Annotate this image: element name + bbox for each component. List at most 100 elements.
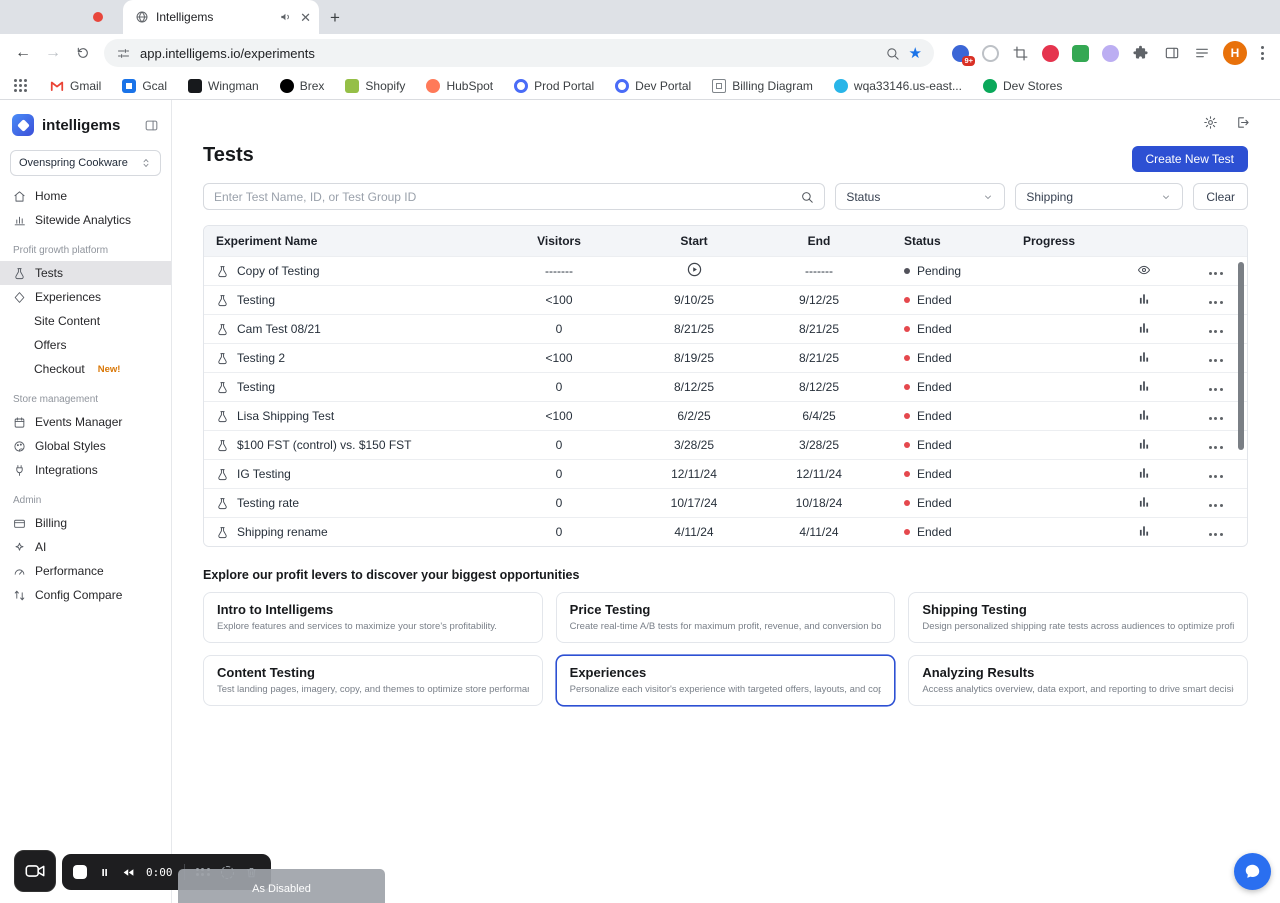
table-row[interactable]: Testing rate 0 10/17/24 10/18/24 Ended [204, 488, 1247, 517]
results-chart-icon[interactable] [1137, 379, 1151, 393]
row-menu-button[interactable] [1205, 529, 1227, 540]
card-experiences[interactable]: Experiences Personalize each visitor's ex… [555, 655, 896, 706]
table-scrollbar[interactable] [1238, 262, 1244, 450]
bookmark-gcal[interactable]: Gcal [122, 78, 167, 93]
extension-icon[interactable] [1072, 44, 1089, 62]
start-test-play-button[interactable] [686, 261, 703, 278]
sidebar-item-experiences[interactable]: Experiences [0, 285, 171, 309]
card-shipping-testing[interactable]: Shipping Testing Design personalized ship… [908, 592, 1248, 643]
new-tab-button[interactable]: + [330, 8, 340, 28]
site-settings-icon[interactable] [116, 46, 131, 61]
lens-search-icon[interactable] [885, 46, 900, 61]
row-menu-button[interactable] [1205, 326, 1227, 337]
sidebar-item-global-styles[interactable]: Global Styles [0, 434, 171, 458]
card-intro[interactable]: Intro to Intelligems Explore features and… [203, 592, 543, 643]
table-row[interactable]: Testing 0 8/12/25 8/12/25 Ended [204, 372, 1247, 401]
table-row[interactable]: Lisa Shipping Test <100 6/2/25 6/4/25 En… [204, 401, 1247, 430]
sidebar-item-site-content[interactable]: Site Content [0, 309, 171, 333]
card-analyzing-results[interactable]: Analyzing Results Access analytics overvi… [908, 655, 1248, 706]
browser-menu-button[interactable] [1255, 42, 1270, 64]
row-menu-button[interactable] [1205, 297, 1227, 308]
results-chart-icon[interactable] [1137, 466, 1151, 480]
sidebar-item-performance[interactable]: Performance [0, 559, 171, 583]
clear-filters-button[interactable]: Clear [1193, 183, 1248, 210]
sidebar-item-sitewide-analytics[interactable]: Sitewide Analytics [0, 208, 171, 232]
sidebar-item-home[interactable]: Home [0, 184, 171, 208]
sidebar-item-config-compare[interactable]: Config Compare [0, 583, 171, 607]
stop-recording-button[interactable] [73, 865, 87, 879]
table-row[interactable]: $100 FST (control) vs. $150 FST 0 3/28/2… [204, 430, 1247, 459]
results-chart-icon[interactable] [1137, 524, 1151, 538]
sidebar-item-billing[interactable]: Billing [0, 511, 171, 535]
sidebar-item-tests[interactable]: Tests [0, 261, 171, 285]
results-chart-icon[interactable] [1137, 350, 1151, 364]
org-selector[interactable]: Ovenspring Cookware [10, 150, 161, 176]
side-panel-button[interactable] [1159, 40, 1185, 66]
logout-icon[interactable] [1235, 115, 1250, 130]
tab-close-icon[interactable]: ✕ [300, 11, 311, 24]
pause-icon[interactable] [98, 866, 111, 879]
sidebar-item-checkout[interactable]: Checkout New! [0, 357, 171, 381]
bookmark-dev-portal[interactable]: Dev Portal [615, 78, 691, 93]
results-chart-icon[interactable] [1137, 437, 1151, 451]
results-chart-icon[interactable] [1137, 408, 1151, 422]
table-row[interactable]: Testing 2 <100 8/19/25 8/21/25 Ended [204, 343, 1247, 372]
bookmark-star-icon[interactable]: ★ [909, 46, 922, 61]
row-menu-button[interactable] [1205, 268, 1227, 279]
address-bar[interactable]: app.intelligems.io/experiments ★ [104, 39, 934, 67]
sidebar-item-events-manager[interactable]: Events Manager [0, 410, 171, 434]
bookmark-billing-diagram[interactable]: Billing Diagram [712, 78, 813, 93]
screenshot-extension-icon[interactable] [1012, 45, 1029, 62]
row-menu-button[interactable] [1205, 413, 1227, 424]
extension-icon[interactable] [1102, 44, 1119, 62]
chat-widget-button[interactable] [1234, 853, 1271, 890]
sidebar-item-integrations[interactable]: Integrations [0, 458, 171, 482]
reload-button[interactable] [70, 40, 96, 66]
bookmark-shopify[interactable]: Shopify [345, 78, 405, 93]
back-button[interactable]: ← [10, 40, 36, 66]
bookmark-brex[interactable]: Brex [279, 78, 324, 93]
row-menu-button[interactable] [1205, 471, 1227, 482]
row-menu-button[interactable] [1205, 384, 1227, 395]
extension-icon[interactable] [1042, 44, 1059, 62]
table-row[interactable]: Copy of Testing ------- ------- Pending [204, 256, 1247, 285]
sidebar-collapse-icon[interactable] [144, 118, 159, 133]
results-chart-icon[interactable] [1137, 321, 1151, 335]
row-menu-button[interactable] [1205, 442, 1227, 453]
bookmark-snowflake[interactable]: wqa33146.us-east... [833, 78, 962, 93]
bookmark-gmail[interactable]: Gmail [50, 79, 101, 93]
create-new-test-button[interactable]: Create New Test [1131, 146, 1248, 172]
test-search-field[interactable] [203, 183, 826, 210]
sidebar-item-offers[interactable]: Offers [0, 333, 171, 357]
bookmark-dev-stores[interactable]: Dev Stores [982, 78, 1062, 93]
table-row[interactable]: IG Testing 0 12/11/24 12/11/24 Ended [204, 459, 1247, 488]
preview-eye-icon[interactable] [1137, 263, 1151, 277]
bookmark-hubspot[interactable]: HubSpot [426, 78, 493, 93]
sidebar-item-ai[interactable]: AI [0, 535, 171, 559]
results-chart-icon[interactable] [1137, 495, 1151, 509]
password-extension-icon[interactable]: 9+ [952, 44, 975, 66]
status-filter-select[interactable]: Status [835, 183, 1006, 210]
restart-rewind-icon[interactable] [122, 866, 135, 879]
extensions-puzzle-icon[interactable] [1132, 45, 1149, 62]
card-content-testing[interactable]: Content Testing Test landing pages, image… [203, 655, 543, 706]
row-menu-button[interactable] [1205, 355, 1227, 366]
profile-avatar[interactable]: H [1223, 41, 1247, 65]
browser-tab[interactable]: Intelligems ✕ [123, 0, 319, 34]
search-input[interactable] [214, 189, 793, 204]
results-chart-icon[interactable] [1137, 292, 1151, 306]
card-price-testing[interactable]: Price Testing Create real-time A/B tests … [555, 592, 896, 643]
screen-recorder-camera-button[interactable] [14, 850, 56, 892]
tab-audio-icon[interactable] [279, 10, 293, 24]
type-filter-select[interactable]: Shipping [1015, 183, 1184, 210]
forward-button[interactable]: → [40, 40, 66, 66]
settings-gear-icon[interactable] [1203, 115, 1218, 130]
row-menu-button[interactable] [1205, 500, 1227, 511]
extension-icon[interactable] [982, 44, 999, 62]
table-row[interactable]: Shipping rename 0 4/11/24 4/11/24 Ended [204, 517, 1247, 546]
table-row[interactable]: Testing <100 9/10/25 9/12/25 Ended [204, 285, 1247, 314]
tab-list-button[interactable] [1189, 40, 1215, 66]
bookmark-wingman[interactable]: Wingman [188, 78, 259, 93]
apps-grid-icon[interactable] [14, 79, 27, 92]
bookmark-prod-portal[interactable]: Prod Portal [514, 78, 594, 93]
